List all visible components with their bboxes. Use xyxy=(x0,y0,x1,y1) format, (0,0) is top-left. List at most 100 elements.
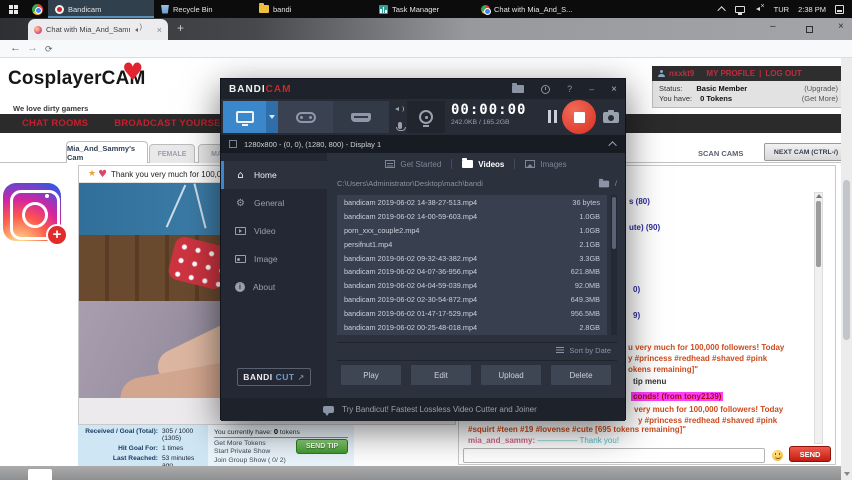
tab-audio-icon[interactable] xyxy=(134,27,142,33)
my-profile-link[interactable]: MY PROFILE xyxy=(706,69,755,78)
join-group-show-link[interactable]: Join Group Show ( 0/ 2) xyxy=(214,457,348,464)
next-cam-button[interactable]: NEXT CAM (CTRL-/) xyxy=(764,143,848,161)
game-recording-mode-button[interactable] xyxy=(278,101,333,133)
upgrade-link[interactable]: (Upgrade) xyxy=(804,84,838,93)
info-icon: i xyxy=(235,282,245,292)
chat-send-button[interactable]: SEND xyxy=(789,446,831,462)
chat-scrollbar[interactable] xyxy=(814,192,823,444)
collapse-chevron-icon[interactable] xyxy=(608,141,616,149)
region-checkbox[interactable] xyxy=(229,140,237,148)
account-username[interactable]: nxxkt9 xyxy=(669,69,694,78)
output-folder-icon[interactable] xyxy=(512,85,524,93)
new-tab-button[interactable]: + xyxy=(177,21,184,35)
nav-broadcast-yourself[interactable]: BROADCAST YOURSELF xyxy=(114,118,233,129)
get-more-link[interactable]: (Get More) xyxy=(802,94,838,103)
emoji-picker-icon[interactable] xyxy=(772,450,783,461)
window-minimize-button[interactable]: – xyxy=(770,21,776,32)
upload-button[interactable]: Upload xyxy=(481,365,541,385)
bandicam-titlebar[interactable]: BANDICAM ? – × xyxy=(221,79,625,99)
page-scrollbar[interactable] xyxy=(841,58,852,480)
file-row[interactable]: bandicam 2019-06-02 04-04-59-039.mp492.0… xyxy=(337,279,607,293)
browser-tab[interactable]: Chat with Mia_And_Sammy × xyxy=(28,19,168,40)
refresh-button[interactable]: ⟳ xyxy=(45,44,53,55)
device-recording-mode-button[interactable] xyxy=(333,101,389,133)
screen-recording-mode-button[interactable] xyxy=(223,101,266,133)
sidebar-item-image[interactable]: Image xyxy=(221,245,327,273)
chat-model-message: mia_and_sammy: ————— Thank you! xyxy=(468,436,619,445)
sidebar-item-home[interactable]: ⌂Home xyxy=(221,161,327,189)
chat-notice-line: okens remaining]" xyxy=(628,365,698,374)
sidebar-item-video[interactable]: Video xyxy=(221,217,327,245)
microphone-icon[interactable] xyxy=(398,122,402,129)
scan-cams-link[interactable]: SCAN CAMS xyxy=(698,149,743,158)
sidebar-item-general[interactable]: ⚙General xyxy=(221,189,327,217)
tray-language[interactable]: TUR xyxy=(774,5,789,14)
chat-message-input[interactable] xyxy=(463,448,765,463)
play-button[interactable]: Play xyxy=(341,365,401,385)
screenshot-camera-icon[interactable] xyxy=(603,112,619,123)
send-tip-button[interactable]: SEND TIP xyxy=(296,439,348,454)
edit-button[interactable]: Edit xyxy=(411,365,471,385)
open-folder-icon[interactable] xyxy=(599,180,609,187)
forward-button[interactable]: → xyxy=(27,42,38,54)
taskbar-chrome-button[interactable] xyxy=(26,4,48,15)
output-path-bar[interactable]: C:\Users\Administrator\Desktop\mach\band… xyxy=(337,179,617,188)
sidebar-item-about[interactable]: iAbout xyxy=(221,273,327,301)
taskbar-item-bandicam[interactable]: Bandicam xyxy=(48,0,154,18)
site-favicon-icon xyxy=(34,26,42,34)
nav-chat-rooms[interactable]: CHAT ROOMS xyxy=(22,118,88,129)
tokens-label: You have: xyxy=(659,94,692,103)
schedule-icon[interactable] xyxy=(541,85,550,94)
file-row[interactable]: bandicam 2019-06-02 04-07-36-956.mp4621.… xyxy=(337,265,607,279)
bottom-bar-tab[interactable] xyxy=(28,469,52,480)
tray-expand-icon[interactable] xyxy=(717,6,725,14)
tab-close-button[interactable]: × xyxy=(157,25,162,35)
record-stop-button[interactable] xyxy=(562,100,596,134)
scroll-up-icon[interactable] xyxy=(816,194,822,198)
scroll-down-icon[interactable] xyxy=(844,472,850,476)
delete-button[interactable]: Delete xyxy=(551,365,611,385)
instagram-logo-overlay: + xyxy=(3,183,61,241)
file-row[interactable]: bandicam 2019-06-02 14-00-59-603.mp41.0G… xyxy=(337,210,607,224)
start-button[interactable] xyxy=(0,0,26,18)
file-row[interactable]: bandicam 2019-06-02 01-47-17-529.mp4956.… xyxy=(337,306,607,320)
tab-videos[interactable]: Videos xyxy=(462,160,504,169)
window-maximize-button[interactable] xyxy=(806,26,813,33)
sort-by-date-control[interactable]: Sort by Date xyxy=(556,346,611,355)
file-row[interactable]: porn_xxx_couple2.mp41.0GB xyxy=(337,224,607,238)
file-row[interactable]: bandicam 2019-06-02 14-38-27-513.mp436 b… xyxy=(337,196,607,210)
webcam-overlay-button[interactable] xyxy=(407,101,445,133)
bandicam-close-button[interactable]: × xyxy=(611,84,617,95)
tab-female[interactable]: FEMALE xyxy=(149,144,195,163)
page-scrollbar-thumb[interactable] xyxy=(843,180,850,340)
bandicut-promo-button[interactable]: BANDICUT↗ xyxy=(237,368,311,386)
file-row[interactable]: bandicam 2019-06-02 00-25-48-018.mp42.8G… xyxy=(337,320,607,334)
taskbar-item-task-manager[interactable]: Task Manager xyxy=(372,0,468,18)
tray-display-icon[interactable] xyxy=(735,6,745,13)
file-row[interactable]: bandicam 2019-06-02 02-30-54-872.mp4649.… xyxy=(337,293,607,307)
tab-images[interactable]: Images xyxy=(525,160,566,169)
file-row[interactable]: persifnut1.mp42.1GB xyxy=(337,237,607,251)
chat-scrollbar-thumb[interactable] xyxy=(816,201,821,267)
tab-get-started[interactable]: Get Started xyxy=(385,160,441,169)
taskbar-item-bandi-folder[interactable]: bandi xyxy=(252,0,338,18)
tab-model-cam[interactable]: Mia_And_Sammy's Cam xyxy=(66,141,148,163)
tray-clock[interactable]: 2:38 PM xyxy=(798,5,826,14)
file-list-scrollbar[interactable] xyxy=(611,195,617,335)
taskbar-item-recycle-bin[interactable]: Recycle Bin xyxy=(154,0,252,18)
back-button[interactable]: ← xyxy=(10,42,21,54)
window-close-button[interactable]: × xyxy=(838,21,844,32)
pause-button[interactable] xyxy=(548,110,557,123)
log-out-link[interactable]: LOG OUT xyxy=(765,69,801,78)
speaker-icon[interactable] xyxy=(395,106,404,113)
file-list-scrollbar-thumb[interactable] xyxy=(612,197,616,249)
help-icon[interactable]: ? xyxy=(567,84,572,94)
screen-mode-dropdown[interactable] xyxy=(266,101,278,133)
file-row[interactable]: bandicam 2019-06-02 09-32-43-382.mp43.3G… xyxy=(337,251,607,265)
tray-notification-icon[interactable] xyxy=(835,5,844,14)
bandicut-promo-text[interactable]: Try Bandicut! Fastest Lossless Video Cut… xyxy=(342,405,537,414)
hdmi-icon xyxy=(351,113,371,122)
tray-volume-muted-icon[interactable] xyxy=(754,5,765,13)
taskbar-item-chrome-chat[interactable]: Chat with Mia_And_S... xyxy=(474,0,586,18)
bandicam-minimize-button[interactable]: – xyxy=(589,84,594,94)
